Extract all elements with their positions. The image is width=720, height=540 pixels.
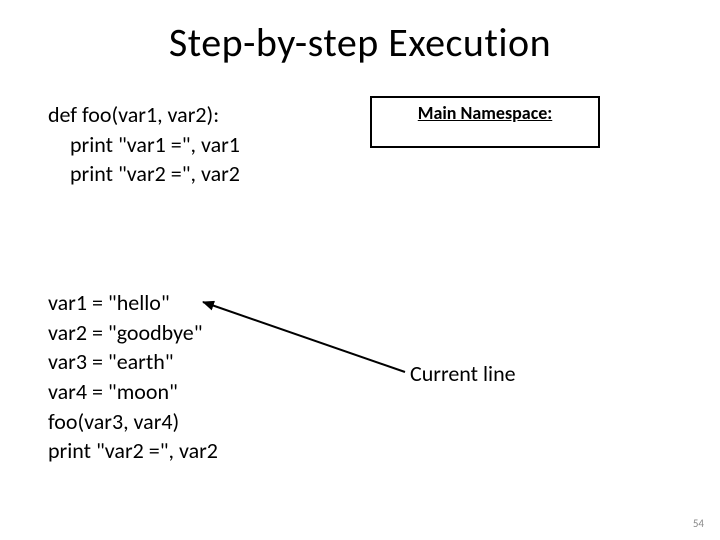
slide-title: Step-by-step Execution	[0, 18, 720, 67]
slide: Step-by-step Execution def foo(var1, var…	[0, 0, 720, 540]
code-line: foo(var3, var4)	[48, 407, 218, 437]
code-line: var1 = "hello"	[48, 288, 218, 318]
code-line: print "var2 =", var2	[48, 436, 218, 466]
current-line-label: Current line	[410, 360, 516, 387]
code-line: var3 = "earth"	[48, 347, 218, 377]
code-line: var2 = "goodbye"	[48, 318, 218, 348]
code-line: print "var1 =", var1	[48, 130, 240, 160]
code-block-main: var1 = "hello" var2 = "goodbye" var3 = "…	[48, 288, 218, 466]
code-line: var4 = "moon"	[48, 377, 218, 407]
code-block-def: def foo(var1, var2): print "var1 =", var…	[48, 100, 240, 189]
page-number: 54	[693, 517, 704, 530]
namespace-heading: Main Namespace:	[418, 102, 553, 124]
code-line: print "var2 =", var2	[48, 159, 240, 189]
namespace-box: Main Namespace:	[370, 96, 600, 148]
arrow-line	[203, 302, 405, 372]
code-line: def foo(var1, var2):	[48, 100, 240, 130]
